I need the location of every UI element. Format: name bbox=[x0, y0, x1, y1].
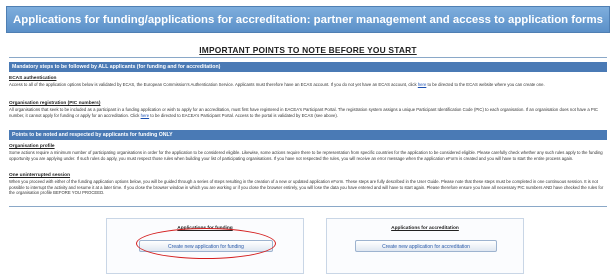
accreditation-panel-title: Applications for accreditation bbox=[391, 226, 459, 231]
page-title: IMPORTANT POINTS TO NOTE BEFORE YOU STAR… bbox=[199, 45, 417, 55]
section-header-mandatory: Mandatory steps to be followed by ALL ap… bbox=[9, 62, 607, 72]
divider bbox=[9, 206, 607, 207]
session-text: When you proceed with either of the fund… bbox=[9, 179, 604, 196]
create-accreditation-application-button[interactable]: Create new application for accreditation bbox=[355, 240, 497, 252]
pic-text: All organisations that seek to be includ… bbox=[9, 107, 598, 118]
page-banner: Applications for funding/applications fo… bbox=[6, 6, 610, 33]
divider bbox=[9, 57, 607, 58]
profile-text: Some actions require a minimum number of… bbox=[9, 150, 603, 161]
participant-portal-here-link[interactable]: here bbox=[141, 113, 150, 118]
ecas-text: Access to all of the application options… bbox=[9, 82, 545, 87]
accreditation-panel: Applications for accreditation Create ne… bbox=[326, 218, 524, 274]
page-banner-title: Applications for funding/applications fo… bbox=[13, 14, 603, 26]
highlight-circle bbox=[136, 228, 276, 259]
section-header-funding-only: Points to be noted and respected by appl… bbox=[9, 130, 607, 140]
